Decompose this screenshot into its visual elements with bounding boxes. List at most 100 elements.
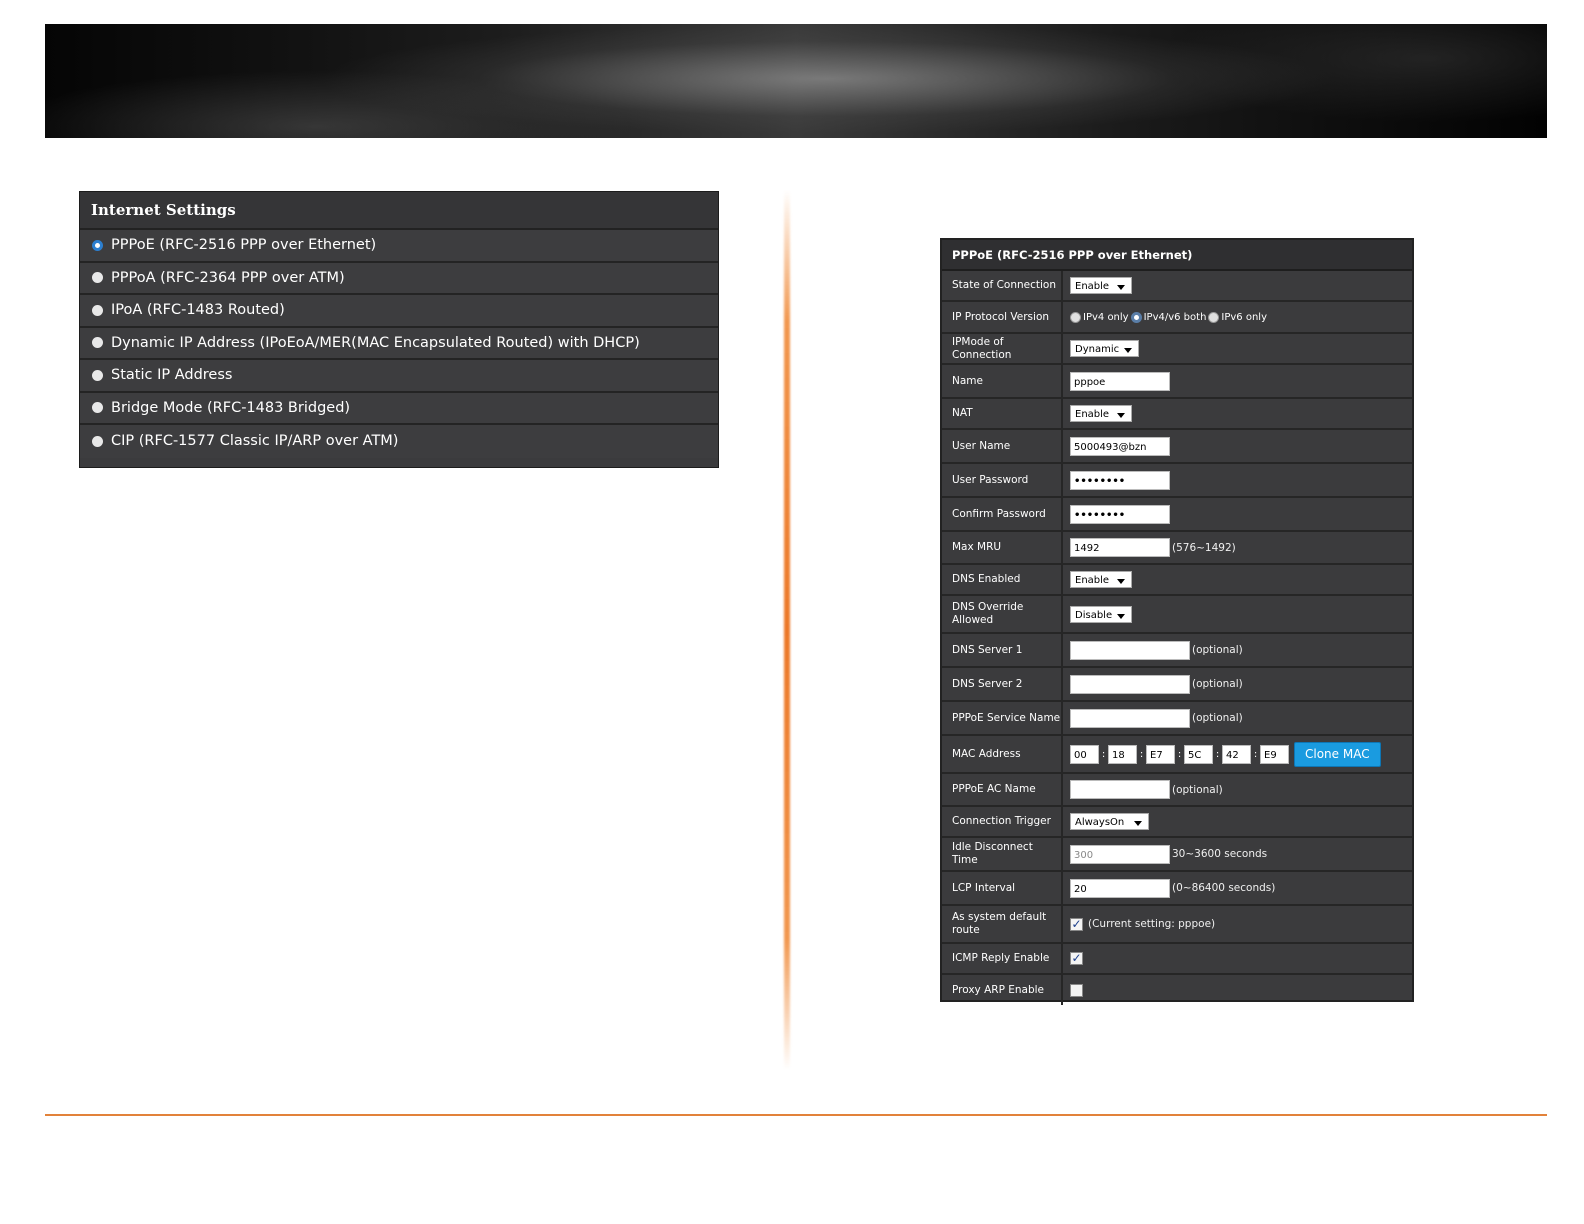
row-dns-enabled: DNS Enabled Enable bbox=[942, 565, 1412, 596]
max-mru-hint: (576~1492) bbox=[1172, 541, 1236, 554]
row-user-password: User Password •••••••• bbox=[942, 464, 1412, 498]
system-default-route-checkbox[interactable]: ✓ bbox=[1070, 917, 1083, 931]
select-value: Enable bbox=[1075, 281, 1110, 292]
state-of-connection-select[interactable]: Enable bbox=[1070, 277, 1132, 294]
radio-icon[interactable] bbox=[92, 435, 103, 447]
pppoe-form-title: PPPoE (RFC-2516 PPP over Ethernet) bbox=[942, 240, 1412, 271]
vertical-divider bbox=[784, 190, 790, 1070]
pppoe-service-name-input[interactable] bbox=[1070, 708, 1190, 728]
mac-separator: : bbox=[1215, 748, 1220, 760]
field-label: NAT bbox=[942, 399, 1063, 428]
dns-server-2-input[interactable] bbox=[1070, 674, 1190, 694]
option-label: PPPoA (RFC-2364 PPP over ATM) bbox=[111, 269, 345, 286]
pppoe-ac-name-input[interactable] bbox=[1070, 780, 1170, 799]
mac-octet-1[interactable]: 00 bbox=[1070, 744, 1099, 764]
option-label: Bridge Mode (RFC-1483 Bridged) bbox=[111, 399, 351, 416]
mac-octet-5[interactable]: 42 bbox=[1222, 744, 1251, 764]
nat-select[interactable]: Enable bbox=[1070, 405, 1132, 422]
row-ip-protocol-version: IP Protocol Version IPv4 only IPv4/v6 bo… bbox=[942, 302, 1412, 334]
header-banner bbox=[45, 24, 1547, 138]
field-label: ICMP Reply Enable bbox=[942, 944, 1063, 973]
select-value: Disable bbox=[1075, 609, 1113, 621]
mac-octet-2[interactable]: 18 bbox=[1108, 744, 1137, 764]
user-name-input[interactable]: 5000493@bzn bbox=[1070, 436, 1170, 456]
name-input[interactable]: pppoe bbox=[1070, 371, 1170, 391]
option-label: PPPoE (RFC-2516 PPP over Ethernet) bbox=[111, 237, 377, 254]
dns-enabled-select[interactable]: Enable bbox=[1070, 571, 1132, 588]
radio-label: IPv4/v6 both bbox=[1143, 311, 1207, 323]
proxy-arp-checkbox[interactable] bbox=[1070, 983, 1083, 997]
option-cip[interactable]: CIP (RFC-1577 Classic IP/ARP over ATM) bbox=[80, 425, 718, 458]
option-bridge-mode[interactable]: Bridge Mode (RFC-1483 Bridged) bbox=[80, 392, 718, 425]
chevron-down-icon bbox=[1117, 613, 1125, 619]
mac-octet-4[interactable]: 5C bbox=[1184, 744, 1213, 764]
radio-label: IPv6 only bbox=[1221, 311, 1267, 323]
field-label: As system default route bbox=[942, 906, 1063, 942]
field-label: User Password bbox=[942, 464, 1063, 496]
field-label: IPMode of Connection bbox=[942, 334, 1063, 363]
field-label: Confirm Password bbox=[942, 498, 1063, 530]
option-pppoa[interactable]: PPPoA (RFC-2364 PPP over ATM) bbox=[80, 262, 718, 295]
radio-icon[interactable] bbox=[92, 337, 103, 349]
radio-ipv4-only[interactable] bbox=[1070, 311, 1081, 323]
select-value: Enable bbox=[1075, 575, 1110, 586]
row-lcp-interval: LCP Interval 20 (0~86400 seconds) bbox=[942, 872, 1412, 906]
radio-label: IPv4 only bbox=[1083, 311, 1129, 323]
field-label: PPPoE AC Name bbox=[942, 774, 1063, 805]
field-label: DNS Server 2 bbox=[942, 668, 1063, 700]
max-mru-input[interactable]: 1492 bbox=[1070, 538, 1170, 557]
radio-icon[interactable] bbox=[92, 304, 103, 316]
chevron-down-icon bbox=[1124, 348, 1132, 353]
mac-octet-3[interactable]: E7 bbox=[1146, 744, 1175, 764]
idle-disconnect-time-input[interactable]: 300 bbox=[1070, 844, 1170, 864]
radio-selected-icon[interactable] bbox=[92, 239, 103, 251]
option-label: Static IP Address bbox=[111, 367, 233, 384]
lcp-interval-hint: (0~86400 seconds) bbox=[1172, 882, 1276, 894]
option-dynamic-ip[interactable]: Dynamic IP Address (IPoEoA/MER(MAC Encap… bbox=[80, 327, 718, 360]
chevron-down-icon bbox=[1117, 413, 1125, 418]
row-dns-override: DNS Override Allowed Disable bbox=[942, 596, 1412, 634]
select-value: Dynamic bbox=[1075, 344, 1120, 355]
ipmode-select[interactable]: Dynamic bbox=[1070, 340, 1139, 357]
mac-octet-6[interactable]: E9 bbox=[1260, 744, 1289, 764]
option-label: IPoA (RFC-1483 Routed) bbox=[111, 302, 285, 319]
row-icmp-reply: ICMP Reply Enable ✓ bbox=[942, 944, 1412, 975]
current-setting-hint: (Current setting: pppoe) bbox=[1088, 918, 1216, 930]
connection-trigger-select[interactable]: AlwaysOn bbox=[1070, 813, 1149, 830]
radio-ipv6-only[interactable] bbox=[1208, 311, 1220, 323]
icmp-reply-checkbox[interactable]: ✓ bbox=[1070, 952, 1083, 965]
row-confirm-password: Confirm Password •••••••• bbox=[942, 498, 1412, 532]
mac-separator: : bbox=[1253, 748, 1258, 760]
footer-divider bbox=[45, 1114, 1547, 1116]
field-label: State of Connection bbox=[942, 271, 1063, 300]
row-user-name: User Name 5000493@bzn bbox=[942, 430, 1412, 464]
radio-icon[interactable] bbox=[92, 402, 103, 414]
mac-separator: : bbox=[1101, 748, 1106, 760]
field-label: LCP Interval bbox=[942, 872, 1063, 904]
option-ipoa[interactable]: IPoA (RFC-1483 Routed) bbox=[80, 295, 718, 328]
row-pppoe-service-name: PPPoE Service Name (optional) bbox=[942, 702, 1412, 736]
clone-mac-button[interactable]: Clone MAC bbox=[1294, 741, 1381, 767]
option-pppoe[interactable]: PPPoE (RFC-2516 PPP over Ethernet) bbox=[80, 230, 718, 263]
mac-separator: : bbox=[1139, 748, 1144, 760]
field-label: DNS Server 1 bbox=[942, 634, 1063, 666]
internet-settings-panel: Internet Settings PPPoE (RFC-2516 PPP ov… bbox=[79, 191, 719, 468]
dns-server-1-input[interactable] bbox=[1070, 640, 1190, 660]
field-label: DNS Override Allowed bbox=[942, 596, 1063, 632]
row-name: Name pppoe bbox=[942, 365, 1412, 399]
dns-override-select[interactable]: Disable bbox=[1070, 605, 1132, 623]
chevron-down-icon bbox=[1117, 579, 1125, 584]
select-value: Enable bbox=[1075, 409, 1110, 420]
confirm-password-input[interactable]: •••••••• bbox=[1070, 504, 1170, 524]
user-password-input[interactable]: •••••••• bbox=[1070, 470, 1170, 490]
lcp-interval-input[interactable]: 20 bbox=[1070, 878, 1170, 898]
radio-ipv4-v6-both[interactable] bbox=[1130, 311, 1142, 323]
radio-icon[interactable] bbox=[92, 369, 103, 381]
row-max-mru: Max MRU 1492 (576~1492) bbox=[942, 532, 1412, 565]
option-label: CIP (RFC-1577 Classic IP/ARP over ATM) bbox=[111, 433, 399, 450]
row-dns-server-1: DNS Server 1 (optional) bbox=[942, 634, 1412, 668]
option-label: Dynamic IP Address (IPoEoA/MER(MAC Encap… bbox=[111, 334, 640, 351]
field-label: Name bbox=[942, 365, 1063, 397]
option-static-ip[interactable]: Static IP Address bbox=[80, 360, 718, 393]
radio-icon[interactable] bbox=[92, 272, 103, 284]
